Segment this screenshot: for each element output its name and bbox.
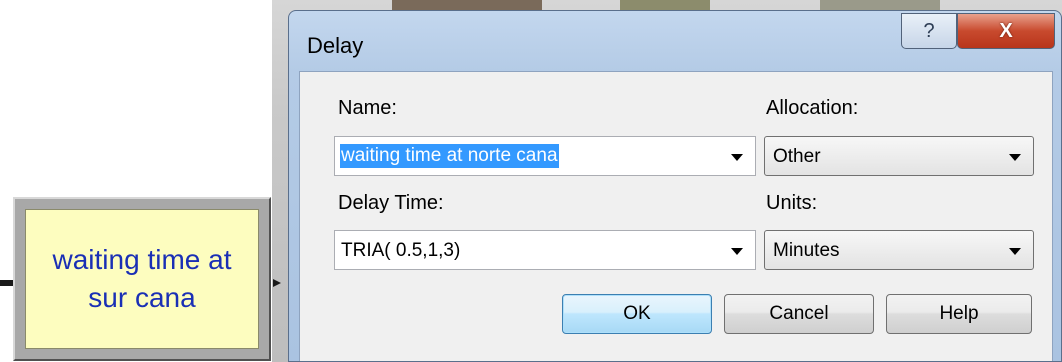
chevron-down-icon[interactable] — [731, 154, 743, 161]
name-label: Name: — [338, 97, 397, 119]
delay-dialog: Delay ? X Name: waiting time at norte ca… — [288, 10, 1062, 362]
chevron-down-icon[interactable] — [1009, 154, 1021, 161]
delay-module-label: waiting time at sur cana — [52, 244, 232, 313]
connector-arrow-icon — [273, 279, 281, 287]
allocation-value: Other — [773, 146, 821, 167]
help-button-label: Help — [939, 303, 979, 324]
allocation-select[interactable]: Other — [764, 136, 1034, 176]
dialog-titlebar[interactable]: Delay ? X — [289, 11, 1061, 71]
dialog-title: Delay — [307, 33, 364, 58]
name-value: waiting time at norte cana — [340, 144, 559, 168]
title-close-button[interactable]: X — [957, 13, 1055, 49]
delay-time-label: Delay Time: — [338, 192, 444, 214]
help-button[interactable]: Help — [886, 294, 1032, 334]
units-select[interactable]: Minutes — [764, 230, 1034, 270]
delay-module-face[interactable]: waiting time at sur cana — [25, 209, 259, 349]
delay-time-value: TRIA( 0.5,1,3) — [341, 240, 461, 261]
chevron-down-icon[interactable] — [731, 248, 743, 255]
ok-button-label: OK — [623, 303, 651, 324]
title-help-button[interactable]: ? — [901, 13, 957, 49]
close-icon: X — [999, 19, 1013, 42]
cancel-button[interactable]: Cancel — [724, 294, 874, 334]
delay-time-combobox[interactable]: TRIA( 0.5,1,3) — [334, 230, 756, 270]
dialog-client-area: Name: waiting time at norte cana Allocat… — [299, 71, 1053, 361]
allocation-label: Allocation: — [766, 97, 859, 119]
chevron-down-icon[interactable] — [1009, 248, 1021, 255]
name-combobox[interactable]: waiting time at norte cana — [334, 136, 756, 176]
units-value: Minutes — [773, 240, 840, 261]
question-mark-icon: ? — [923, 19, 935, 42]
ok-button[interactable]: OK — [562, 294, 712, 334]
units-label: Units: — [766, 192, 818, 214]
delay-module-block[interactable]: waiting time at sur cana — [13, 197, 271, 361]
connector-line — [0, 280, 14, 286]
cancel-button-label: Cancel — [769, 303, 829, 324]
